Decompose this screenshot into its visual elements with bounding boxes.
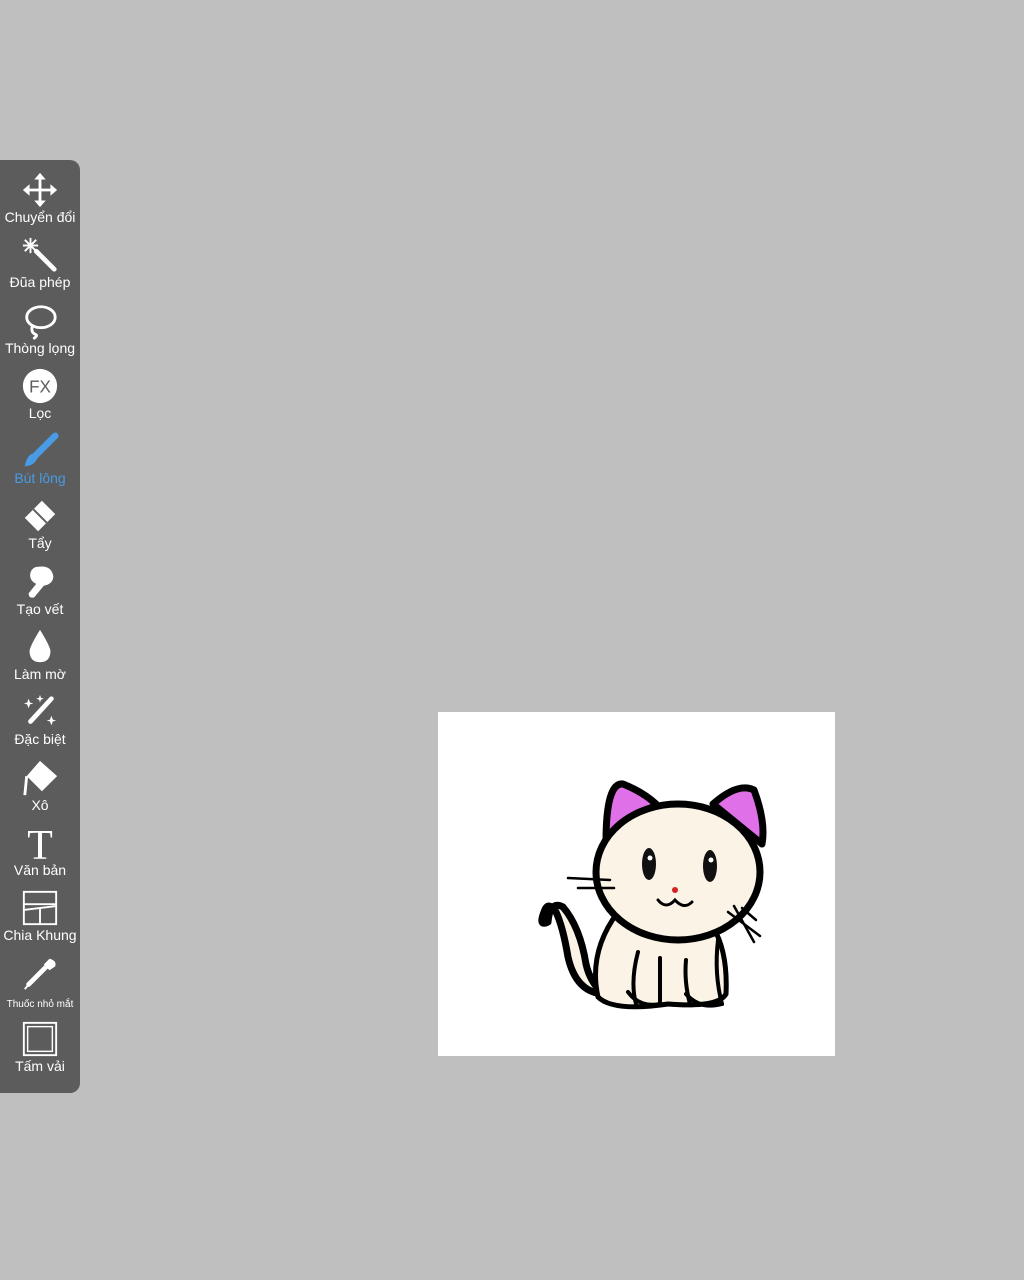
tool-lasso[interactable]: Thòng lọng [0,301,80,366]
tool-label: Bút lông [14,470,66,487]
tool-smudge[interactable]: Tạo vết [0,562,80,627]
tool-label: Tấm vải [15,1057,65,1074]
special-sparkle-pen-icon [20,692,60,732]
drawing-canvas[interactable] [438,712,835,1056]
tool-brush[interactable]: Bút lông [0,431,80,496]
tool-blur[interactable]: Làm mờ [0,627,80,692]
lasso-icon [20,301,60,341]
tool-label: Xô [31,796,49,813]
cat-drawing [538,780,767,1010]
brush-icon [20,431,60,471]
tool-frame-divider[interactable]: Chia Khung [0,888,80,953]
magic-wand-icon [20,235,60,275]
tool-special[interactable]: Đặc biệt [0,692,80,757]
tool-label: Chuyển đổi [4,209,76,225]
frame-divider-icon [20,888,60,928]
tool-sidebar: Chuyển đổi Đũa phép Thòng lọng FX Lọc Bú… [0,160,80,1093]
fx-filter-icon: FX [20,366,60,406]
smudge-icon [20,562,60,602]
tool-canvas[interactable]: Tấm vải [0,1019,80,1084]
canvas-square-icon [20,1019,60,1059]
tool-transform[interactable]: Chuyển đổi [0,170,80,235]
svg-text:T: T [27,824,53,862]
tool-label: Chia Khung [3,927,77,944]
tool-eyedropper[interactable]: Thuốc nhỏ mắt [0,954,80,1019]
tool-filter[interactable]: FX Lọc [0,366,80,431]
tool-label: Đặc biệt [14,731,66,748]
blur-drop-icon [20,627,60,667]
move-arrows-icon [20,170,60,210]
tool-eraser[interactable]: Tẩy [0,496,80,561]
tool-label: Làm mờ [14,666,66,683]
tool-label: Văn bản [13,861,67,878]
tool-text[interactable]: T Văn bản [0,823,80,888]
paint-bucket-icon [20,758,60,798]
tool-bucket[interactable]: Xô [0,758,80,823]
tool-label: Thòng lọng [4,339,76,356]
tool-label: Tẩy [28,535,52,552]
eraser-icon [20,496,60,536]
text-t-icon: T [20,823,60,863]
tool-magic-wand[interactable]: Đũa phép [0,235,80,300]
tool-label: Đũa phép [9,274,71,291]
tool-label: Tạo vết [16,600,64,617]
eyedropper-icon [20,954,60,994]
tool-label: Lọc [28,404,52,421]
svg-text:FX: FX [29,378,51,397]
tool-label: Thuốc nhỏ mắt [6,998,74,1010]
